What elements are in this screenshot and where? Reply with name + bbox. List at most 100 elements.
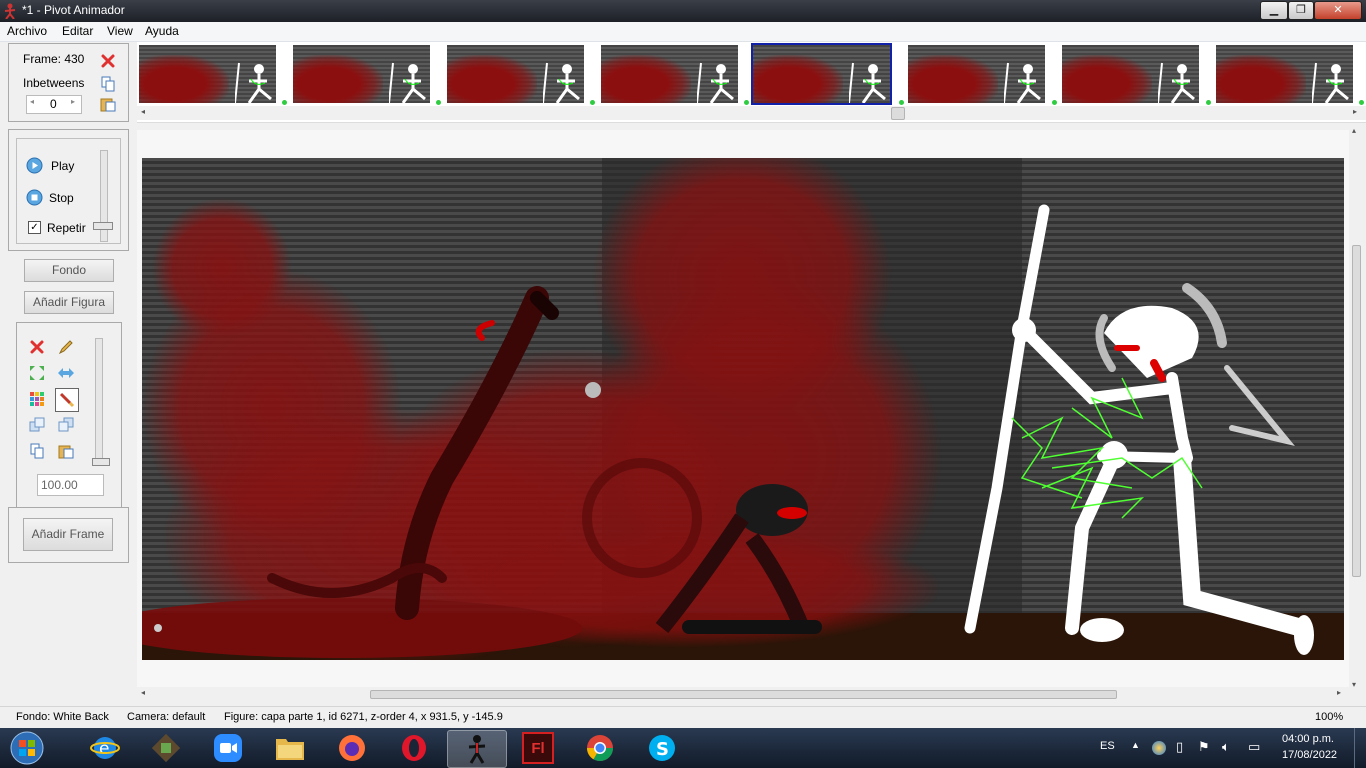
scroll-right-arrow-icon[interactable]: ▸ bbox=[1353, 107, 1357, 116]
delete-frame-icon[interactable] bbox=[100, 53, 116, 69]
taskbar-zoom[interactable] bbox=[199, 730, 257, 766]
taskbar-pivot-animator[interactable] bbox=[447, 730, 507, 768]
frame-marker-dot bbox=[590, 100, 595, 105]
play-button[interactable]: Play bbox=[51, 159, 74, 173]
inbetweens-stepper[interactable]: ◂ 0 ▸ bbox=[26, 95, 82, 114]
language-indicator[interactable]: ES bbox=[1100, 740, 1115, 752]
minecraft-icon[interactable] bbox=[152, 734, 180, 762]
canvas-scroll-down-icon[interactable]: ▾ bbox=[1352, 680, 1356, 689]
background-button[interactable]: Fondo bbox=[24, 259, 114, 282]
stepper-down-arrow-icon[interactable]: ◂ bbox=[30, 97, 34, 106]
frame-thumbnail[interactable] bbox=[908, 45, 1045, 103]
flip-icon[interactable] bbox=[57, 364, 75, 382]
firefox-icon[interactable] bbox=[337, 733, 367, 763]
taskbar-chrome[interactable] bbox=[571, 730, 629, 766]
frame-thumbnail-selected[interactable] bbox=[751, 43, 892, 105]
scroll-left-arrow-icon[interactable]: ◂ bbox=[141, 107, 145, 116]
frame-strip-scrollbar[interactable]: ◂ ▸ bbox=[137, 106, 1366, 120]
taskbar-flash[interactable]: Fl bbox=[509, 730, 567, 766]
frame-panel: Frame: 430 Inbetweens ◂ 0 ▸ bbox=[8, 43, 129, 122]
frame-thumbnail[interactable] bbox=[139, 45, 276, 103]
copy-frame-icon[interactable] bbox=[101, 76, 115, 92]
add-figure-button[interactable]: Añadir Figura bbox=[24, 291, 114, 314]
opera-icon[interactable] bbox=[399, 733, 429, 763]
taskbar-opera[interactable] bbox=[385, 730, 443, 766]
frame-thumbnail[interactable] bbox=[1062, 45, 1199, 103]
frame-number-label: Frame: 430 bbox=[23, 52, 85, 66]
pivot-animator-icon[interactable] bbox=[466, 734, 488, 764]
volume-icon[interactable]: 🔈︎ bbox=[1222, 739, 1230, 755]
canvas-horizontal-scroll-thumb[interactable] bbox=[370, 690, 1117, 699]
animation-canvas[interactable] bbox=[142, 158, 1344, 660]
brush-icon[interactable] bbox=[55, 388, 79, 412]
scale-input[interactable]: 100.00 bbox=[37, 474, 104, 496]
canvas-scroll-right-icon[interactable]: ▸ bbox=[1337, 688, 1341, 697]
frame-marker-dot bbox=[1359, 100, 1364, 105]
paste-frame-icon[interactable] bbox=[100, 96, 116, 112]
repeat-checkbox[interactable]: ✓ bbox=[28, 221, 41, 234]
folder-icon[interactable] bbox=[274, 734, 306, 762]
stepper-up-arrow-icon[interactable]: ▸ bbox=[71, 97, 75, 106]
device-icon[interactable]: ▯ bbox=[1176, 739, 1183, 755]
action-center-flag-icon[interactable]: ⚑ bbox=[1198, 739, 1210, 755]
resize-icon[interactable] bbox=[28, 364, 46, 382]
size-slider-handle[interactable] bbox=[92, 458, 110, 466]
pencil-icon[interactable] bbox=[57, 338, 75, 356]
size-slider-track[interactable] bbox=[95, 338, 103, 464]
status-zoom: 100% bbox=[1315, 711, 1344, 723]
paste-figure-icon[interactable] bbox=[57, 442, 75, 460]
clock-time[interactable]: 04:00 p.m. bbox=[1282, 733, 1334, 745]
display-icon[interactable]: ▭ bbox=[1248, 739, 1260, 755]
taskbar-minecraft[interactable] bbox=[137, 730, 195, 766]
copy-figure-icon[interactable] bbox=[28, 442, 46, 460]
zoom-icon[interactable] bbox=[213, 733, 243, 763]
frame-thumbnail[interactable] bbox=[447, 45, 584, 103]
canvas-scroll-up-icon[interactable]: ▴ bbox=[1352, 126, 1356, 135]
tools-panel: 100.00 bbox=[16, 322, 122, 508]
network-globe-icon[interactable] bbox=[1152, 741, 1166, 755]
taskbar-file-explorer[interactable] bbox=[261, 730, 319, 766]
menu-editar[interactable]: Editar bbox=[62, 24, 93, 38]
clock-date[interactable]: 17/08/2022 bbox=[1282, 749, 1337, 761]
start-button[interactable] bbox=[0, 730, 54, 766]
delete-figure-icon[interactable] bbox=[28, 338, 46, 356]
close-button[interactable]: ✕ bbox=[1314, 1, 1362, 20]
color-icon[interactable] bbox=[28, 390, 46, 408]
send-back-icon[interactable] bbox=[57, 416, 75, 434]
menu-bar: Archivo Editar View Ayuda bbox=[0, 22, 1366, 42]
menu-archivo[interactable]: Archivo bbox=[7, 24, 47, 38]
play-icon[interactable] bbox=[26, 157, 43, 174]
taskbar: e Fl S ES ▲ ▯ ⚑ 🔈︎ ▭ 04:00 p.m. 17/08/20… bbox=[0, 728, 1366, 768]
status-figure: Figure: capa parte 1, id 6271, z-order 4… bbox=[224, 711, 503, 723]
stop-icon[interactable] bbox=[26, 189, 43, 206]
skype-icon[interactable]: S bbox=[647, 733, 677, 763]
canvas-scroll-left-icon[interactable]: ◂ bbox=[141, 688, 145, 697]
chrome-icon[interactable] bbox=[585, 733, 615, 763]
bring-front-icon[interactable] bbox=[28, 416, 46, 434]
show-desktop-button[interactable] bbox=[1354, 728, 1366, 768]
internet-explorer-icon[interactable]: e bbox=[90, 733, 120, 763]
add-frame-button[interactable]: Añadir Frame bbox=[23, 518, 113, 551]
minimize-button[interactable]: ▁ bbox=[1260, 1, 1288, 20]
frame-thumbnail[interactable] bbox=[601, 45, 738, 103]
canvas-horizontal-scrollbar[interactable]: ◂ ▸ bbox=[137, 687, 1349, 701]
taskbar-skype[interactable]: S bbox=[633, 730, 691, 766]
menu-view[interactable]: View bbox=[107, 24, 133, 38]
speed-slider-handle[interactable] bbox=[93, 222, 113, 230]
taskbar-internet-explorer[interactable]: e bbox=[76, 730, 134, 766]
canvas-vertical-scroll-thumb[interactable] bbox=[1352, 245, 1361, 577]
stop-button[interactable]: Stop bbox=[49, 191, 74, 205]
taskbar-firefox[interactable] bbox=[323, 730, 381, 766]
frame-marker-dot bbox=[282, 100, 287, 105]
windows-orb-icon[interactable] bbox=[10, 731, 44, 765]
canvas-vertical-scrollbar[interactable]: ▴ ▾ bbox=[1349, 126, 1363, 700]
menu-ayuda[interactable]: Ayuda bbox=[145, 24, 179, 38]
pivot-app-icon bbox=[4, 3, 16, 19]
maximize-button[interactable]: ❐ bbox=[1288, 1, 1314, 20]
show-hidden-icons-icon[interactable]: ▲ bbox=[1131, 740, 1140, 750]
frame-strip-scroll-thumb[interactable] bbox=[891, 107, 905, 120]
flash-icon[interactable]: Fl bbox=[522, 732, 554, 764]
inbetweens-value[interactable]: 0 bbox=[50, 97, 57, 111]
frame-thumbnail[interactable] bbox=[1216, 45, 1353, 103]
frame-thumbnail[interactable] bbox=[293, 45, 430, 103]
